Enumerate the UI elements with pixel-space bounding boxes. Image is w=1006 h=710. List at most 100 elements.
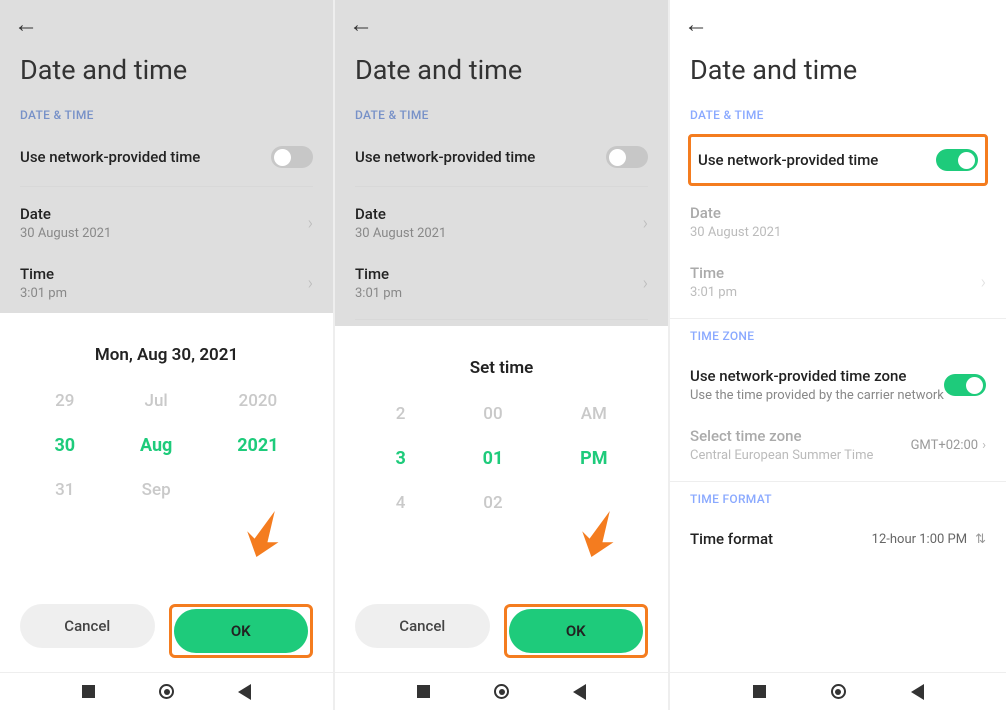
ok-highlight: OK xyxy=(504,604,649,658)
nav-back-icon[interactable] xyxy=(238,684,251,700)
top-bar: ← xyxy=(670,0,1006,42)
picker-month-col[interactable]: Jul Aug Sep xyxy=(140,391,172,500)
picker-year-col[interactable]: 2020 2021 xyxy=(237,391,278,500)
time-picker-sheet: Set time 2 3 4 00 01 02 AM PM Cancel xyxy=(335,332,668,672)
cancel-button[interactable]: Cancel xyxy=(355,604,490,648)
chevron-right-icon: › xyxy=(643,273,648,294)
section-timeformat-label: TIME FORMAT xyxy=(670,488,1006,518)
use-network-time-label: Use network-provided time xyxy=(20,148,271,166)
nav-recent-icon[interactable] xyxy=(417,685,430,698)
row-use-network-time[interactable]: Use network-provided time xyxy=(0,134,333,180)
android-navbar xyxy=(0,672,333,710)
time-value: 3:01 pm xyxy=(355,286,635,301)
select-tz-label: Select time zone xyxy=(690,427,911,445)
row-time[interactable]: Time 3:01 pm › xyxy=(0,253,333,313)
time-label: Time xyxy=(690,264,973,282)
date-picker-wheels[interactable]: 29 30 31 Jul Aug Sep 2020 2021 xyxy=(0,379,333,510)
use-network-time-label: Use network-provided time xyxy=(355,148,606,166)
date-label: Date xyxy=(20,205,300,223)
time-format-value: 12-hour 1:00 PM xyxy=(872,532,967,547)
back-arrow-icon[interactable]: ← xyxy=(684,12,708,36)
time-picker-wheels[interactable]: 2 3 4 00 01 02 AM PM xyxy=(335,392,668,523)
row-time-disabled: Time 3:01 pm › xyxy=(670,252,1006,312)
nav-home-icon[interactable] xyxy=(831,684,846,699)
row-use-network-timezone[interactable]: Use network-provided time zone Use the t… xyxy=(670,355,1006,415)
row-select-timezone: Select time zone Central European Summer… xyxy=(670,415,1006,475)
row-time[interactable]: Time 3:01 pm › xyxy=(335,253,668,313)
date-label: Date xyxy=(355,205,635,223)
picker-button-row: Cancel OK xyxy=(0,588,333,672)
time-label: Time xyxy=(20,265,300,283)
nav-recent-icon[interactable] xyxy=(753,685,766,698)
nav-home-icon[interactable] xyxy=(159,684,174,699)
section-timezone-label: TIME ZONE xyxy=(670,325,1006,355)
divider xyxy=(670,318,1006,319)
page-title: Date and time xyxy=(670,42,1006,104)
settings-backdrop: ← Date and time DATE & TIME Use network-… xyxy=(335,0,668,326)
picker-minute-col[interactable]: 00 01 02 xyxy=(483,404,504,513)
divider xyxy=(355,186,648,187)
divider xyxy=(670,481,1006,482)
select-tz-sub: Central European Summer Time xyxy=(690,448,911,463)
nav-back-icon[interactable] xyxy=(911,684,924,700)
toggle-network-timezone[interactable] xyxy=(944,374,986,396)
screen-time-picker: ← Date and time DATE & TIME Use network-… xyxy=(335,0,670,710)
top-bar: ← xyxy=(335,0,668,42)
back-arrow-icon[interactable]: ← xyxy=(14,12,38,36)
time-label: Time xyxy=(355,265,635,283)
chevron-right-icon: › xyxy=(981,272,986,293)
section-date-time-label: DATE & TIME xyxy=(0,104,333,134)
android-navbar xyxy=(335,672,668,710)
spacer xyxy=(670,560,1006,672)
screen-date-picker: ← Date and time DATE & TIME Use network-… xyxy=(0,0,335,710)
use-network-time-highlight: Use network-provided time xyxy=(688,134,988,186)
back-arrow-icon[interactable]: ← xyxy=(349,12,373,36)
chevron-right-icon: › xyxy=(308,273,313,294)
settings-backdrop: ← Date and time DATE & TIME Use network-… xyxy=(0,0,333,313)
picker-button-row: Cancel OK xyxy=(335,588,668,672)
divider xyxy=(20,186,313,187)
chevron-right-icon: › xyxy=(982,438,986,453)
date-value: 30 August 2021 xyxy=(690,225,986,240)
section-date-time-label: DATE & TIME xyxy=(335,104,668,134)
android-navbar xyxy=(670,672,1006,710)
row-date[interactable]: Date 30 August 2021 › xyxy=(0,193,333,253)
chevron-right-icon: › xyxy=(643,213,648,234)
row-time-format[interactable]: Time format 12-hour 1:00 PM ⇅ xyxy=(670,518,1006,560)
top-bar: ← xyxy=(0,0,333,42)
up-down-icon: ⇅ xyxy=(975,532,986,547)
toggle-network-time[interactable] xyxy=(606,146,648,168)
ok-button[interactable]: OK xyxy=(174,609,309,653)
use-network-tz-sub: Use the time provided by the carrier net… xyxy=(690,388,944,403)
time-format-label: Time format xyxy=(690,530,872,548)
time-value: 3:01 pm xyxy=(690,285,973,300)
section-date-time-label: DATE & TIME xyxy=(670,104,1006,134)
picker-hour-col[interactable]: 2 3 4 xyxy=(395,404,405,513)
nav-back-icon[interactable] xyxy=(573,684,586,700)
time-value: 3:01 pm xyxy=(20,286,300,301)
chevron-right-icon: › xyxy=(308,213,313,234)
toggle-network-time[interactable] xyxy=(271,146,313,168)
time-picker-title: Set time xyxy=(335,352,668,392)
arrow-annotation-icon xyxy=(238,506,284,562)
use-network-time-label: Use network-provided time xyxy=(698,151,936,169)
row-date-disabled: Date 30 August 2021 xyxy=(670,192,1006,252)
date-value: 30 August 2021 xyxy=(20,226,300,241)
date-picker-title: Mon, Aug 30, 2021 xyxy=(0,339,333,379)
nav-home-icon[interactable] xyxy=(494,684,509,699)
date-label: Date xyxy=(690,204,986,222)
ok-highlight: OK xyxy=(169,604,314,658)
date-value: 30 August 2021 xyxy=(355,226,635,241)
row-use-network-time[interactable]: Use network-provided time xyxy=(335,134,668,180)
ok-button[interactable]: OK xyxy=(509,609,644,653)
page-title: Date and time xyxy=(335,42,668,104)
picker-ampm-col[interactable]: AM PM xyxy=(580,404,607,513)
cancel-button[interactable]: Cancel xyxy=(20,604,155,648)
toggle-network-time[interactable] xyxy=(936,149,978,171)
row-date[interactable]: Date 30 August 2021 › xyxy=(335,193,668,253)
picker-day-col[interactable]: 29 30 31 xyxy=(54,391,75,500)
row-use-network-time[interactable]: Use network-provided time xyxy=(694,139,982,181)
screen-settings: ← Date and time DATE & TIME Use network-… xyxy=(670,0,1006,710)
nav-recent-icon[interactable] xyxy=(82,685,95,698)
tz-value: GMT+02:00 xyxy=(911,438,979,453)
